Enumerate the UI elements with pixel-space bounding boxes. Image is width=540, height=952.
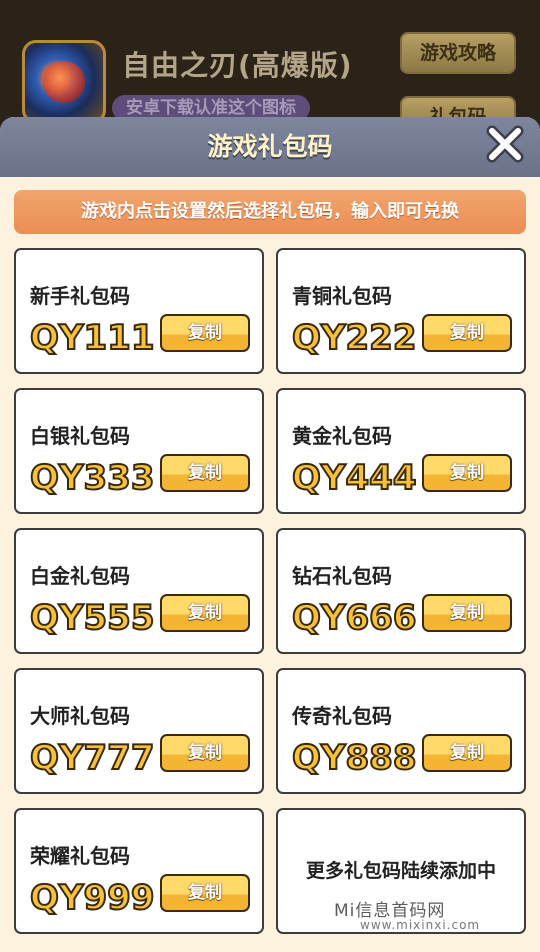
copy-button[interactable]: 复制: [160, 314, 250, 352]
copy-button[interactable]: 复制: [422, 734, 512, 772]
gift-code-modal: 游戏礼包码 游戏内点击设置然后选择礼包码，输入即可兑换 新手礼包码 QY111 …: [0, 117, 540, 952]
gift-code-name: 钻石礼包码: [292, 564, 392, 588]
gift-code-card: 荣耀礼包码 QY999 复制: [14, 808, 264, 934]
gift-code-card: 新手礼包码 QY111 复制: [14, 248, 264, 374]
copy-button[interactable]: 复制: [422, 314, 512, 352]
gift-code-name: 新手礼包码: [30, 284, 130, 308]
watermark-url: www.mixinxi.com: [360, 918, 481, 932]
gift-code-value: QY444: [291, 457, 417, 499]
copy-button[interactable]: 复制: [160, 594, 250, 632]
modal-header: 游戏礼包码: [0, 117, 540, 177]
gift-code-value: QY777: [29, 737, 155, 779]
gift-code-card: 传奇礼包码 QY888 复制: [276, 668, 526, 794]
modal-title: 游戏礼包码: [207, 132, 333, 161]
gift-code-name: 荣耀礼包码: [30, 844, 130, 868]
copy-button[interactable]: 复制: [160, 454, 250, 492]
gift-code-value: QY333: [29, 457, 155, 499]
game-emblem-icon: [43, 61, 85, 103]
close-icon[interactable]: [484, 123, 526, 165]
gift-code-value: QY888: [291, 737, 417, 779]
gift-code-name: 传奇礼包码: [292, 704, 392, 728]
gift-code-value: QY999: [29, 877, 155, 919]
gift-code-card: 钻石礼包码 QY666 复制: [276, 528, 526, 654]
gift-code-name: 白银礼包码: [30, 424, 130, 448]
copy-button[interactable]: 复制: [422, 594, 512, 632]
game-title: 自由之刃(高爆版): [122, 49, 353, 82]
gift-code-grid: 新手礼包码 QY111 复制 青铜礼包码 QY222 复制 白银礼包码 QY33…: [14, 248, 526, 934]
gift-code-value: QY555: [29, 597, 155, 639]
redeem-instruction-banner: 游戏内点击设置然后选择礼包码，输入即可兑换: [14, 190, 526, 234]
copy-button[interactable]: 复制: [160, 734, 250, 772]
gift-code-card: 白金礼包码 QY555 复制: [14, 528, 264, 654]
game-guide-button[interactable]: 游戏攻略: [400, 32, 516, 74]
gift-code-value: QY222: [291, 317, 417, 359]
gift-code-name: 大师礼包码: [30, 704, 130, 728]
game-app-icon: [22, 40, 106, 124]
copy-button[interactable]: 复制: [160, 874, 250, 912]
copy-button[interactable]: 复制: [422, 454, 512, 492]
gift-code-card: 大师礼包码 QY777 复制: [14, 668, 264, 794]
gift-code-name: 黄金礼包码: [292, 424, 392, 448]
gift-code-value: QY111: [29, 317, 155, 359]
gift-code-card: 黄金礼包码 QY444 复制: [276, 388, 526, 514]
gift-code-card: 青铜礼包码 QY222 复制: [276, 248, 526, 374]
gift-code-name: 青铜礼包码: [292, 284, 392, 308]
gift-code-value: QY666: [291, 597, 417, 639]
gift-code-card: 白银礼包码 QY333 复制: [14, 388, 264, 514]
gift-code-name: 白金礼包码: [30, 564, 130, 588]
